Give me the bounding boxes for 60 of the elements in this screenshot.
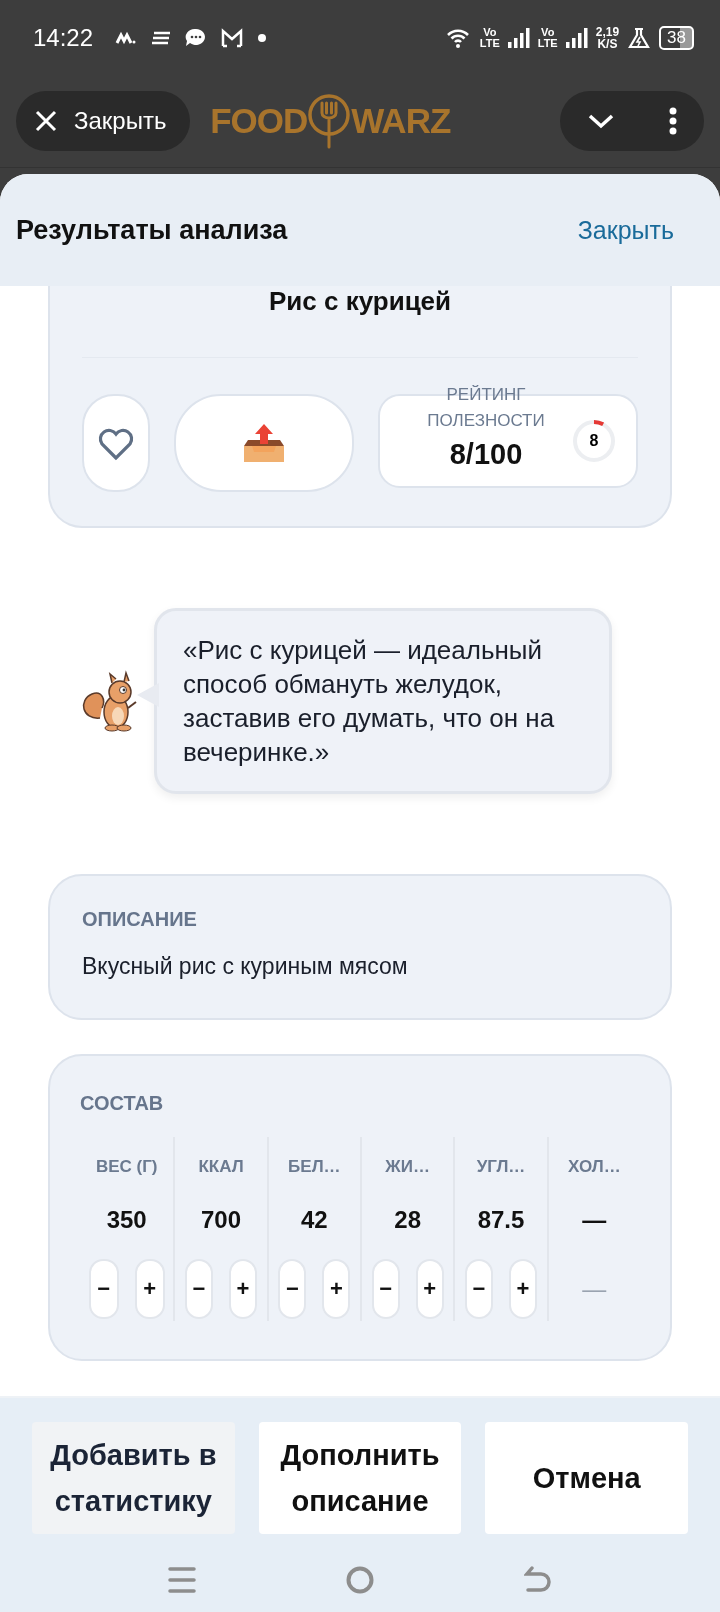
rating-ring-fill [593, 420, 604, 427]
network-label: Vo LTE [537, 26, 558, 49]
battery-indicator: 38 [659, 25, 694, 50]
signal-icon [507, 27, 530, 48]
increment-button[interactable]: + [134, 1259, 165, 1319]
decrement-button[interactable]: − [185, 1259, 213, 1319]
nutrient-value: 42 [300, 1205, 328, 1235]
dish-name: Рис с курицей [82, 286, 638, 358]
action-button[interactable]: Дополнить описание [258, 1422, 462, 1534]
section-heading: ОПИСАНИЕ [82, 908, 198, 931]
no-value-text: — [582, 1274, 607, 1304]
mascot-quote: «Рис с курицей — идеальный способ обмануть желудок, заставив его думать, что он на вечеринке.» [183, 635, 555, 767]
nutrient-value: 700 [200, 1205, 241, 1235]
mail-icon [221, 27, 244, 48]
close-link[interactable]: Закрыть [571, 214, 680, 246]
increment-button[interactable]: + [415, 1259, 444, 1319]
nutrient-value: 87.5 [477, 1205, 525, 1235]
increment-button[interactable]: + [509, 1259, 537, 1319]
tray-upload-icon [242, 424, 286, 462]
dot-icon [257, 32, 268, 43]
close-button[interactable]: Закрыть [16, 91, 191, 151]
description-text: Вкусный рис с куриным мясом [82, 953, 409, 980]
fork-icon [307, 93, 352, 149]
nutrient-value: — [582, 1205, 607, 1235]
rating-ring [573, 420, 615, 462]
column-header: ККАЛ [198, 1156, 244, 1178]
clock: 14:22 [33, 23, 94, 52]
flask-icon [627, 26, 652, 49]
column-header: ВЕС (Г) [95, 1156, 158, 1178]
nutrient-value: 28 [394, 1205, 421, 1235]
logo-text: FOOD [210, 101, 308, 141]
section-heading: СОСТАВ [80, 1092, 165, 1115]
more-icon [667, 107, 678, 135]
column-header: БЕЛ… [288, 1156, 341, 1178]
sheet-title: Результаты анализа [16, 214, 288, 246]
decrement-button[interactable]: − [278, 1259, 307, 1319]
action-button[interactable]: Отмена [485, 1422, 688, 1534]
nutrient-value: 350 [106, 1205, 147, 1235]
decrement-button[interactable]: − [465, 1259, 493, 1319]
signal-icon [565, 27, 588, 48]
menu-icon[interactable] [168, 1566, 196, 1594]
back-icon[interactable] [524, 1566, 552, 1594]
home-icon[interactable] [346, 1566, 374, 1594]
column-header: ЖИ… [385, 1156, 430, 1178]
rating-label: РЕЙТИНГ ПОЛЕЗНОСТИ [426, 383, 546, 432]
rating-value: 8/100 [449, 437, 523, 471]
column-header: ХОЛ… [568, 1156, 621, 1178]
favorite-button[interactable] [82, 394, 150, 492]
column-header: УГЛ… [476, 1156, 526, 1178]
decrement-button[interactable]: − [371, 1259, 400, 1319]
action-button[interactable]: Добавить в статистику [32, 1422, 235, 1534]
network-speed: 2,19 K/S [595, 25, 620, 50]
close-icon [34, 109, 58, 133]
increment-button[interactable]: + [322, 1259, 351, 1319]
logo-text: WARZ [351, 101, 451, 141]
decrement-button[interactable]: − [88, 1259, 119, 1319]
increment-button[interactable]: + [229, 1259, 257, 1319]
rating-score: 8 [589, 432, 599, 450]
network-label: Vo LTE [479, 26, 500, 49]
chat-icon [185, 26, 208, 49]
